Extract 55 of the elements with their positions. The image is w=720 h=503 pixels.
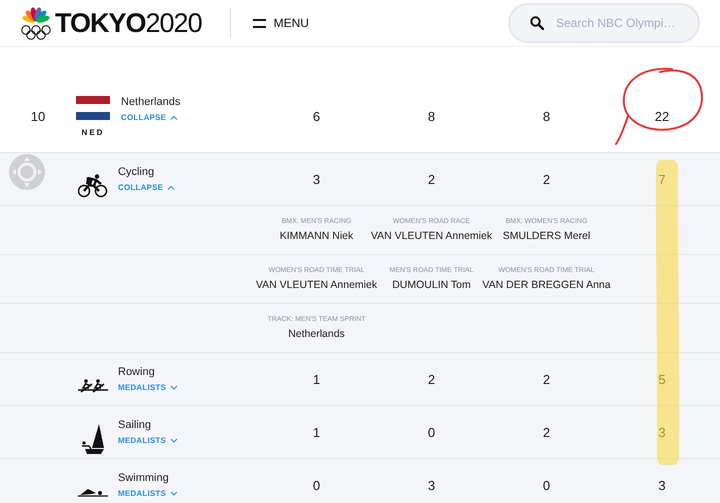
flag-icon (76, 96, 110, 120)
athlete-name: VAN VLEUTEN Annemiek (370, 230, 492, 242)
first-place-count: 0 (312, 478, 320, 492)
second-place-count: 3 (428, 478, 436, 492)
total-count: 3 (658, 424, 666, 440)
country-code: NED (82, 128, 104, 137)
first-place-count: 1 (312, 372, 320, 386)
floating-dpad-icon[interactable] (9, 154, 45, 190)
chevron-icon (170, 115, 178, 120)
country-name: Netherlands (121, 96, 180, 108)
second-place-count: 2 (428, 372, 436, 386)
medalists-toggle[interactable]: MEDALISTS (118, 436, 178, 445)
medalists-toggle[interactable]: MEDALISTS (118, 383, 178, 392)
sport-name: Cycling (118, 166, 156, 178)
third-place-count: 0 (542, 478, 550, 492)
second-place-count: 2 (428, 172, 436, 186)
menu-icon (252, 18, 266, 28)
athlete-name: Netherlands (288, 328, 345, 340)
sport-name: Sailing (118, 419, 152, 431)
total-count: 5 (658, 372, 666, 386)
first-place-count: 6 (312, 109, 320, 124)
chevron-icon (170, 438, 178, 443)
sailboat-icon (81, 424, 105, 454)
rowing-icon (77, 379, 109, 393)
total-count: 7 (658, 172, 666, 186)
athlete-name: KIMMANN Niek (280, 230, 354, 242)
athlete-name: VAN VLEUTEN Annemiek (256, 279, 378, 291)
athlete-name: SMULDERS Merel (502, 230, 590, 242)
second-place-count: 8 (428, 109, 436, 124)
first-place-count: 3 (312, 172, 320, 186)
search-field[interactable]: Search NBC Olympi… (508, 3, 700, 43)
third-place-count: 2 (542, 424, 550, 440)
athlete-name: VAN DER BREGGEN Anna (482, 279, 611, 291)
swimmer-icon (78, 487, 108, 497)
chevron-icon (167, 185, 176, 190)
total-count: 3 (658, 478, 666, 492)
sport-name: Rowing (118, 366, 156, 378)
cyclist-icon (78, 174, 108, 198)
first-place-count: 1 (312, 424, 320, 440)
medalists-toggle[interactable]: MEDALISTS (118, 489, 178, 498)
logo-wordmark: TOKYO2020 (55, 8, 202, 38)
chevron-icon (170, 491, 178, 496)
menu-button[interactable]: MENU (252, 16, 309, 30)
third-place-count: 2 (542, 372, 550, 386)
collapse-toggle[interactable]: COLLAPSE (121, 113, 180, 122)
second-place-count: 0 (428, 424, 436, 440)
athlete-name: DUMOULIN Tom (392, 279, 471, 291)
third-place-count: 2 (542, 172, 550, 186)
chevron-icon (170, 385, 178, 390)
total-count: 22 (654, 109, 670, 124)
sport-name: Swimming (118, 472, 170, 484)
logo-emblem-drawing (20, 6, 52, 40)
rank: 10 (30, 109, 46, 124)
third-place-count: 8 (542, 109, 550, 124)
collapse-toggle[interactable]: COLLAPSE (118, 183, 176, 192)
